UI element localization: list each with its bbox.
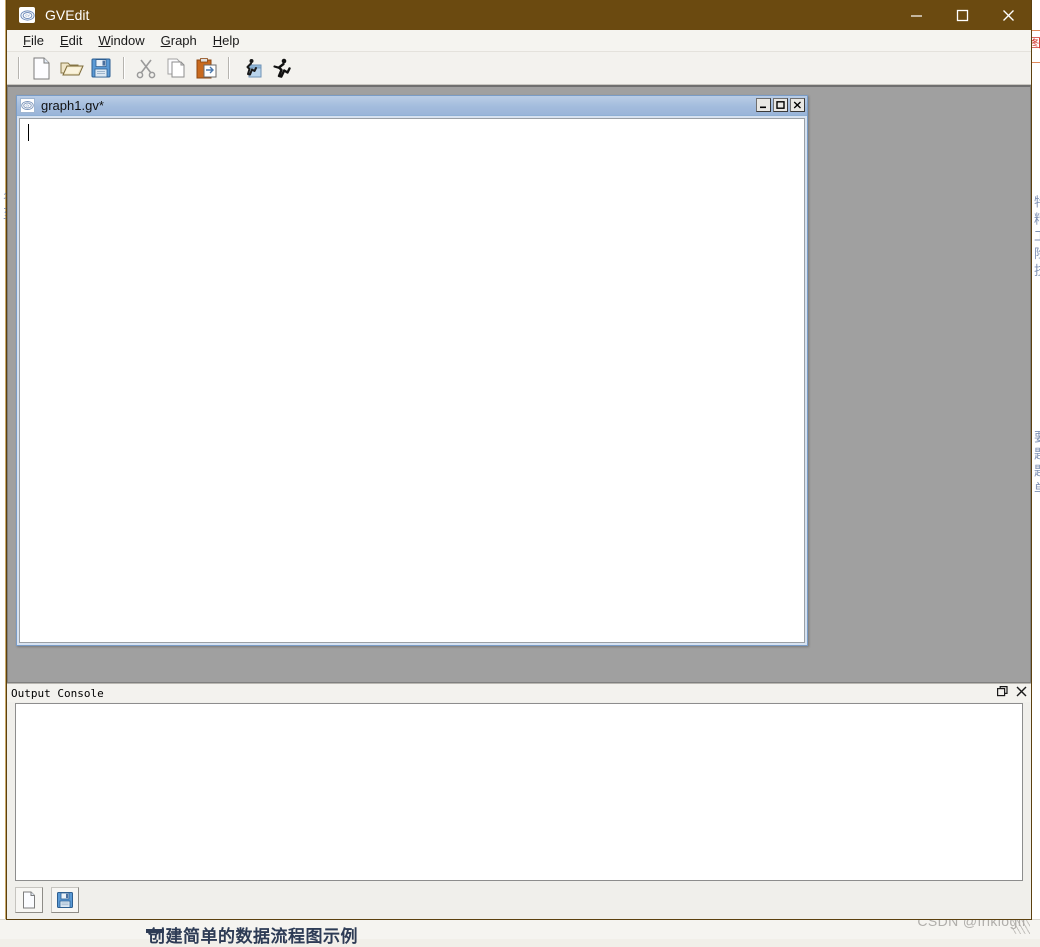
run-button[interactable] — [267, 55, 295, 82]
floppy-save-icon — [57, 892, 73, 908]
mdi-minimize-button[interactable] — [756, 98, 771, 112]
window-controls — [893, 0, 1031, 30]
mdi-title-bar[interactable]: GV graph1.gv* — [17, 96, 807, 116]
menu-rest-window: indow — [110, 33, 145, 48]
menu-mnemonic-graph: G — [160, 33, 171, 48]
new-document-icon — [33, 57, 49, 79]
svg-text:GV: GV — [25, 13, 30, 17]
minimize-button[interactable] — [893, 0, 939, 30]
close-icon[interactable] — [1016, 684, 1027, 702]
menu-item-edit[interactable]: Edit — [52, 31, 90, 50]
output-console-text[interactable] — [15, 703, 1023, 881]
paste-button[interactable] — [192, 55, 220, 82]
window-title: GVEdit — [45, 7, 90, 23]
floppy-save-icon — [91, 58, 111, 78]
mdi-close-button[interactable] — [790, 98, 805, 112]
application-window: GV GVEdit File Edit Window Graph Help GV… — [6, 0, 1032, 920]
running-man-icon — [272, 58, 291, 78]
scissors-icon — [136, 59, 156, 79]
svg-text:GV: GV — [26, 104, 30, 108]
graphviz-icon: GV — [20, 98, 35, 113]
output-console-title: Output Console — [11, 686, 104, 700]
toolbar-separator-1 — [14, 57, 23, 79]
close-button[interactable] — [985, 0, 1031, 30]
console-new-button[interactable] — [15, 887, 43, 913]
output-console-header-buttons — [997, 684, 1027, 702]
save-file-button[interactable] — [87, 55, 115, 82]
paste-clipboard-icon — [196, 57, 216, 78]
layout-button[interactable] — [237, 55, 265, 82]
copy-pages-icon — [167, 58, 185, 78]
mdi-window-controls — [756, 98, 805, 112]
title-bar: GV GVEdit — [7, 0, 1031, 30]
toolbar-separator-3 — [224, 57, 233, 79]
menu-mnemonic-help: H — [212, 33, 223, 48]
menu-rest-file: ile — [30, 33, 44, 48]
menu-rest-graph: raph — [170, 33, 197, 48]
text-caret — [28, 124, 29, 141]
cut-button[interactable] — [132, 55, 160, 82]
graphviz-icon: GV — [19, 7, 35, 23]
output-console-dock: Output Console — [7, 683, 1031, 919]
main-toolbar — [7, 52, 1031, 85]
open-file-button[interactable] — [57, 55, 85, 82]
console-save-button[interactable] — [51, 887, 79, 913]
mdi-title: graph1.gv* — [41, 98, 104, 113]
menu-mnemonic-window: W — [98, 33, 111, 48]
menu-rest-help: elp — [222, 33, 240, 48]
new-file-button[interactable] — [27, 55, 55, 82]
menu-bar: File Edit Window Graph Help — [7, 30, 1031, 52]
console-toolbar — [7, 881, 1031, 919]
menu-item-help[interactable]: Help — [205, 31, 248, 50]
open-folder-icon — [60, 62, 84, 75]
running-man-window-icon — [246, 58, 261, 77]
menu-mnemonic-edit: E — [59, 33, 69, 48]
menu-item-file[interactable]: File — [15, 31, 52, 50]
new-document-icon — [23, 891, 35, 909]
maximize-button[interactable] — [939, 0, 985, 30]
toolbar-separator-2 — [119, 57, 128, 79]
output-console-header[interactable]: Output Console — [7, 684, 1031, 702]
mdi-maximize-button[interactable] — [773, 98, 788, 112]
menu-mnemonic-file: F — [23, 33, 31, 48]
mdi-child-window[interactable]: GV graph1.gv* — [16, 95, 808, 646]
menu-rest-edit: dit — [68, 33, 83, 48]
copy-button[interactable] — [162, 55, 190, 82]
graph-source-editor[interactable] — [19, 118, 805, 643]
undock-icon[interactable] — [997, 684, 1008, 702]
background-heading: 创建简单的数据流程图示例 — [148, 927, 358, 947]
menu-item-window[interactable]: Window — [90, 31, 152, 50]
mdi-workspace[interactable]: GV graph1.gv* — [7, 85, 1031, 683]
menu-item-graph[interactable]: Graph — [153, 31, 205, 50]
